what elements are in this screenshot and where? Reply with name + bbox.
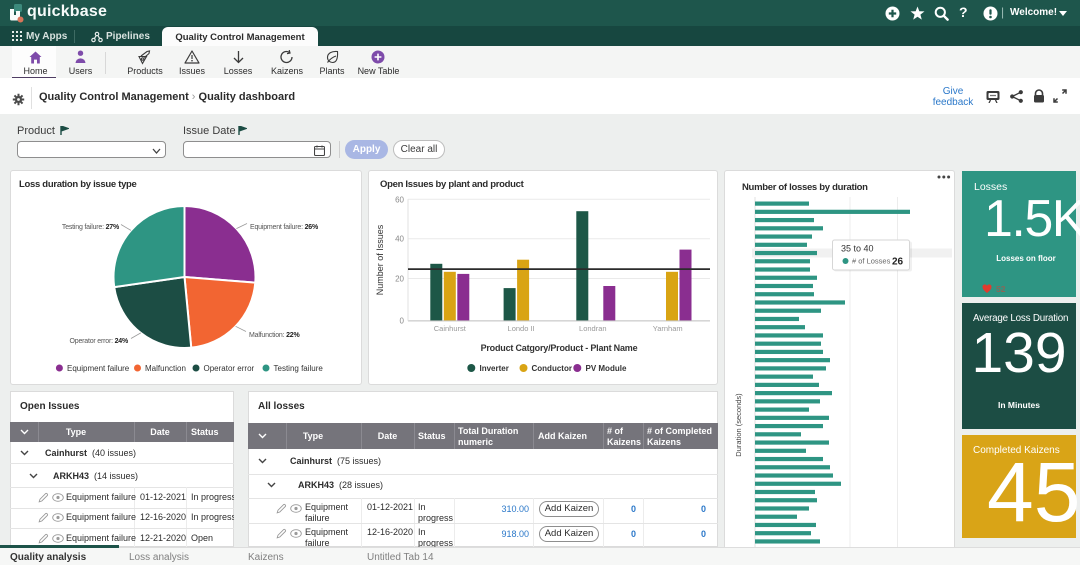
svg-text:Londran: Londran [579,324,607,333]
svg-text:40: 40 [395,235,404,244]
svg-text:Cainhurst: Cainhurst [434,324,467,333]
svg-text:35 to 40: 35 to 40 [841,244,874,254]
svg-text:60: 60 [395,195,404,204]
svg-text:Operator error: Operator error [204,364,255,373]
svg-text:# of Losses: # of Losses [852,257,891,266]
svg-text:Open Issues by plant and produ: Open Issues by plant and product [380,179,525,190]
svg-text:Duration (seconds): Duration (seconds) [734,393,743,457]
svg-text:Equipment failure: 26%: Equipment failure: 26% [250,224,319,231]
svg-text:0: 0 [400,316,405,325]
svg-text:Malfunction: Malfunction [145,364,186,373]
svg-text:Inverter: Inverter [480,364,509,373]
svg-text:Loss duration by issue type: Loss duration by issue type [19,179,137,190]
svg-text:Londo II: Londo II [508,324,535,333]
svg-text:PV Module: PV Module [586,364,627,373]
svg-text:Operator error: 24%: Operator error: 24% [70,338,129,345]
svg-text:Conductor: Conductor [532,364,572,373]
svg-text:Equipment failure: Equipment failure [67,364,130,373]
svg-text:Testing failure: 27%: Testing failure: 27% [62,224,120,231]
svg-text:Number of Issues: Number of Issues [375,224,385,295]
svg-text:26: 26 [892,257,904,268]
svg-text:Product Catgory/Product - Plan: Product Catgory/Product - Plant Name [481,343,638,353]
svg-text:Malfunction: 22%: Malfunction: 22% [249,332,300,339]
svg-text:Testing failure: Testing failure [274,364,324,373]
svg-text:20: 20 [395,275,404,284]
svg-text:Number of losses by duration: Number of losses by duration [742,182,868,193]
svg-text:Yarnham: Yarnham [653,324,683,333]
svg-text:52: 52 [996,284,1006,294]
